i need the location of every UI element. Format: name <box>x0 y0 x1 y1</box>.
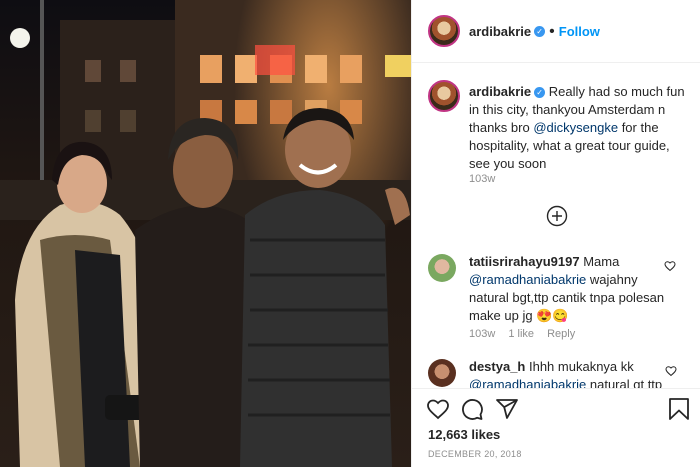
likes-count[interactable]: 12,663 likes <box>428 427 500 442</box>
caption-mention-link[interactable]: @dickysengke <box>533 120 618 135</box>
author-username[interactable]: ardibakrie <box>469 24 531 39</box>
photo-image <box>0 0 411 467</box>
commenter-username[interactable]: tatiisrirahayu9197 <box>469 254 580 269</box>
comment-text: tatiisrirahayu9197 Mama @ramadhaniabakri… <box>469 253 669 325</box>
post-date[interactable]: December 20, 2018 <box>428 449 522 459</box>
separator-dot: • <box>549 23 555 40</box>
comment-icon[interactable] <box>460 397 484 421</box>
plus-circle-icon[interactable] <box>546 205 568 227</box>
comment-age[interactable]: 103w <box>469 328 495 340</box>
comment-meta: 103w 1 like Reply <box>469 328 575 340</box>
author-avatar[interactable] <box>428 15 460 47</box>
post-photo[interactable] <box>0 0 411 467</box>
caption-verified-icon: ✓ <box>534 87 546 99</box>
verified-badge-icon: ✓ <box>534 26 546 38</box>
share-icon[interactable] <box>495 397 519 421</box>
post-side-panel: ardibakrie ✓ • Follow ardibakrie ✓ Really ha… <box>411 0 700 467</box>
comment-clip: destya_h Ihhh mukaknya kk @ramadhaniabak… <box>412 352 700 388</box>
caption-age[interactable]: 103w <box>469 173 495 185</box>
comment-mention-link[interactable]: @ramadhaniabakrie <box>469 272 586 287</box>
comment-reply-button[interactable]: Reply <box>547 328 575 340</box>
caption-avatar[interactable] <box>428 80 460 112</box>
commenter-avatar[interactable] <box>428 359 456 387</box>
commenter-username[interactable]: destya_h <box>469 359 525 374</box>
comment-like-heart-icon[interactable] <box>664 260 676 272</box>
comment-text-suffix: natural gt ttp <box>586 377 663 388</box>
post-header: ardibakrie ✓ • Follow <box>412 0 700 63</box>
header-line: ardibakrie ✓ • Follow <box>469 23 600 41</box>
comment-like-heart-icon[interactable] <box>665 365 677 377</box>
comment-text: destya_h Ihhh mukaknya kk @ramadhaniabak… <box>469 358 669 388</box>
caption-username[interactable]: ardibakrie <box>469 84 531 99</box>
commenter-avatar[interactable] <box>428 254 456 282</box>
post-actions: 12,663 likes December 20, 2018 <box>412 388 700 467</box>
follow-button[interactable]: Follow <box>559 24 600 39</box>
post-caption: ardibakrie ✓ Really had so much fun in th… <box>469 83 689 173</box>
comment-text-prefix: Ihhh mukaknya kk <box>525 359 634 374</box>
comment-mention-link[interactable]: @ramadhaniabakrie <box>469 377 586 388</box>
comment-text-prefix: Mama <box>579 254 620 269</box>
bookmark-icon[interactable] <box>668 397 690 421</box>
comment-likes-count[interactable]: 1 like <box>508 328 534 340</box>
heart-icon[interactable] <box>426 397 450 421</box>
